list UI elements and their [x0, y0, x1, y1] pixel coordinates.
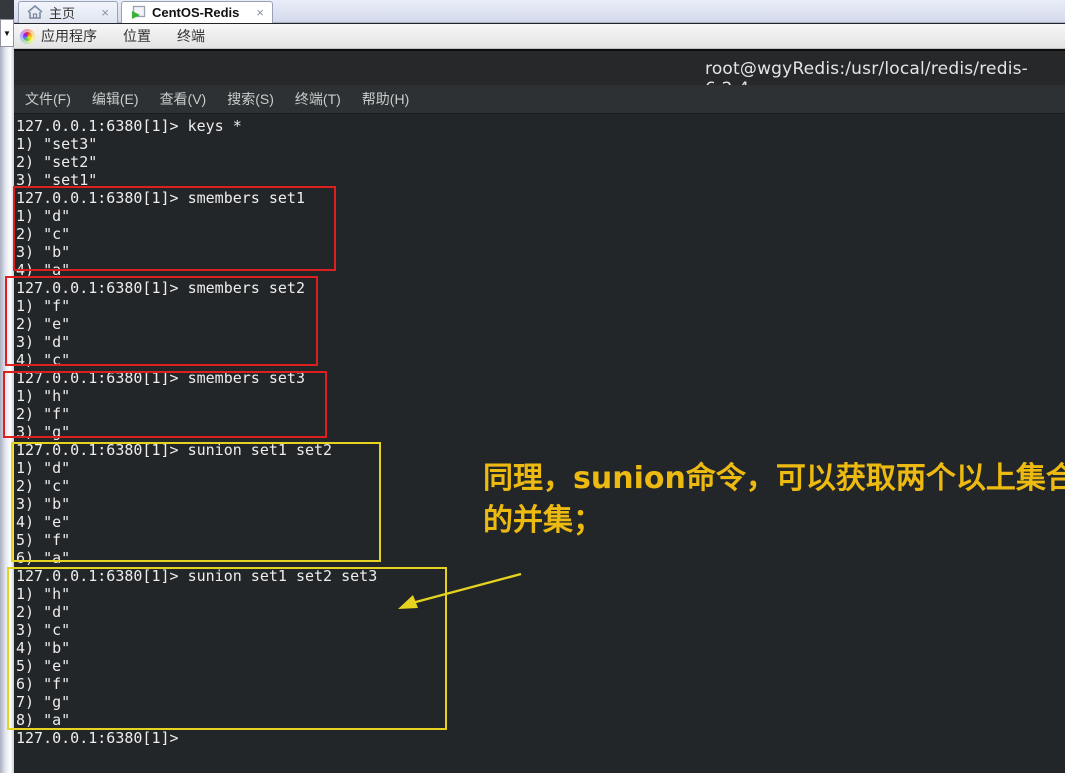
- terminal-line: 6) "a": [16, 549, 71, 567]
- terminal-line: 3) "g": [16, 423, 71, 441]
- panel-item-terminal[interactable]: 终端: [164, 24, 218, 48]
- terminal-line: 2) "f": [16, 405, 71, 423]
- panel-item-label: 应用程序: [41, 28, 97, 44]
- terminal-line: 127.0.0.1:6380[1]> sunion set1 set2: [16, 441, 333, 459]
- dropdown-arrow-icon: ▼: [3, 28, 11, 38]
- terminal-line: 1) "h": [16, 387, 71, 405]
- terminal-line: 8) "a": [16, 711, 71, 729]
- terminal-menubar: 文件(F) 编辑(E) 查看(V) 搜索(S) 终端(T) 帮助(H): [14, 85, 1065, 114]
- screen: ▼ 主页 × CentOS-Redis × 应用程序 位置 终端 root@wg…: [0, 0, 1065, 773]
- terminal-line: 1) "h": [16, 585, 71, 603]
- terminal-line: 2) "set2": [16, 153, 98, 171]
- terminal-line: 3) "c": [16, 621, 71, 639]
- terminal-line: 127.0.0.1:6380[1]> keys *: [16, 117, 242, 135]
- menu-item-help[interactable]: 帮助(H): [360, 87, 411, 111]
- terminal-line: 4) "a": [16, 261, 71, 279]
- terminal-line: 127.0.0.1:6380[1]>: [16, 729, 188, 747]
- annotation-arrow-icon: [398, 572, 522, 609]
- applications-icon: [20, 28, 35, 44]
- panel-item-places[interactable]: 位置: [110, 24, 164, 48]
- annotation-note-line1: 同理，sunion命令，可以获取两个以上集合: [483, 461, 1065, 496]
- desktop-panel: 应用程序 位置 终端: [14, 24, 1065, 49]
- tab-centos-redis[interactable]: CentOS-Redis ×: [121, 1, 273, 23]
- terminal-line: 7) "g": [16, 693, 71, 711]
- terminal-line: 2) "c": [16, 225, 71, 243]
- home-icon: [27, 5, 43, 20]
- panel-item-applications[interactable]: 应用程序: [20, 24, 110, 48]
- menu-item-terminal[interactable]: 终端(T): [293, 87, 343, 111]
- tab-label: 主页: [49, 6, 76, 21]
- terminal-line: 1) "d": [16, 207, 71, 225]
- rail-top-edge: [0, 0, 14, 19]
- terminal-line: 4) "c": [16, 351, 71, 369]
- menu-item-file[interactable]: 文件(F): [23, 87, 73, 111]
- terminal-line: 3) "set1": [16, 171, 98, 189]
- terminal-line: 6) "f": [16, 675, 71, 693]
- left-rail: ▼: [0, 0, 14, 773]
- vm-icon: [130, 5, 146, 20]
- menu-item-view[interactable]: 查看(V): [158, 87, 209, 111]
- annotation-note-line2: 的并集；: [483, 503, 603, 538]
- terminal-line: 1) "set3": [16, 135, 98, 153]
- terminal-line: 2) "e": [16, 315, 71, 333]
- tab-close-icon[interactable]: ×: [101, 6, 109, 19]
- annotation-note: 同理，sunion命令，可以获取两个以上集合 的并集；: [483, 458, 1065, 542]
- menu-item-edit[interactable]: 编辑(E): [90, 87, 141, 111]
- terminal-line: 3) "d": [16, 333, 71, 351]
- browser-tabbar: 主页 × CentOS-Redis ×: [14, 0, 1065, 23]
- menu-item-search[interactable]: 搜索(S): [225, 87, 276, 111]
- terminal-line: 2) "d": [16, 603, 71, 621]
- terminal-line: 3) "b": [16, 243, 71, 261]
- panel-item-label: 位置: [123, 28, 151, 44]
- terminal-line: 5) "e": [16, 657, 71, 675]
- rail-dropdown-button[interactable]: ▼: [0, 19, 14, 47]
- panel-item-label: 终端: [177, 28, 205, 44]
- terminal-line: 1) "f": [16, 297, 71, 315]
- terminal-line: 127.0.0.1:6380[1]> smembers set2: [16, 279, 305, 297]
- terminal-line: 127.0.0.1:6380[1]> sunion set1 set2 set3: [16, 567, 378, 585]
- tab-close-icon[interactable]: ×: [256, 6, 264, 19]
- terminal-output[interactable]: 127.0.0.1:6380[1]> keys * 1) "set3" 2) "se…: [14, 114, 1065, 773]
- tab-label: CentOS-Redis: [152, 5, 240, 20]
- terminal-line: 4) "b": [16, 639, 71, 657]
- tab-home[interactable]: 主页 ×: [18, 1, 118, 23]
- terminal-line: 127.0.0.1:6380[1]> smembers set3: [16, 369, 305, 387]
- terminal-window-titlebar[interactable]: root@wgyRedis:/usr/local/redis/redis-6.2…: [14, 49, 1065, 99]
- terminal-line: 127.0.0.1:6380[1]> smembers set1: [16, 189, 305, 207]
